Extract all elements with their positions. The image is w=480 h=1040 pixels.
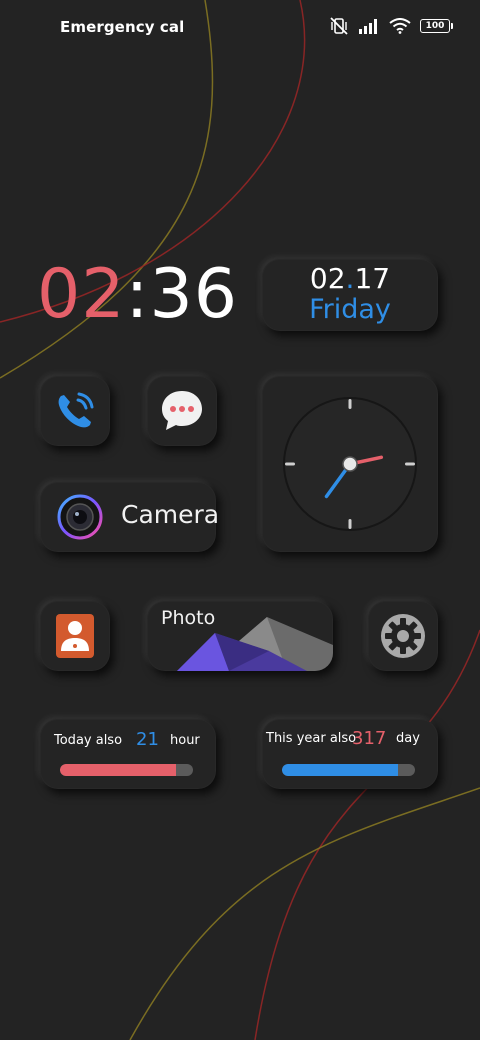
signal-icon [359, 19, 377, 34]
battery-icon: 100 [420, 19, 453, 33]
clock-tick-3 [405, 462, 415, 466]
clock-tick-6 [348, 519, 352, 529]
phone-app-button[interactable] [40, 376, 110, 446]
year-value: 317 [352, 728, 387, 749]
date-day: 17 [354, 262, 391, 295]
wifi-icon [389, 18, 411, 34]
status-carrier-text: Emergency calls o [60, 18, 184, 36]
year-prefix: This year also [266, 731, 357, 746]
message-bubble-icon [162, 391, 202, 430]
analog-clock-widget[interactable] [262, 376, 438, 552]
camera-app-button[interactable]: Camera [40, 482, 220, 552]
today-progress-fill [60, 764, 177, 776]
camera-lens-icon [57, 494, 103, 540]
messages-app-button[interactable] [147, 376, 217, 446]
date-number: 02.17 [262, 263, 438, 295]
date-widget[interactable]: 02.17 Friday [262, 259, 438, 331]
status-icons: 100 [329, 17, 453, 35]
camera-label: Camera [121, 500, 220, 529]
vibrate-off-icon [330, 17, 348, 35]
date-month: 02 [309, 262, 346, 295]
today-unit: hour [170, 733, 200, 748]
clock-minutes: 36 [149, 255, 238, 334]
clock-tick-9 [285, 462, 295, 466]
today-value: 21 [136, 729, 159, 750]
gear-icon [381, 614, 425, 658]
settings-app-button[interactable] [368, 601, 438, 671]
today-prefix: Today also [54, 733, 123, 748]
photo-app-button[interactable]: Photo [147, 601, 333, 671]
mountain-icon [177, 617, 333, 671]
date-weekday: Friday [309, 294, 391, 325]
analog-clock [283, 397, 417, 531]
today-progress-widget[interactable]: Today also 21 hour [40, 719, 216, 789]
phone-icon [58, 392, 94, 428]
year-progress-bar [282, 764, 415, 776]
contacts-app-button[interactable] [40, 601, 110, 671]
contact-icon [56, 614, 94, 658]
today-progress-bar [60, 764, 193, 776]
clock-time: 02:36 [37, 258, 238, 332]
year-progress-fill [282, 764, 398, 776]
year-progress-widget[interactable]: This year also 317 day [262, 719, 438, 789]
clock-tick-12 [348, 399, 352, 409]
clock-separator: : [125, 255, 150, 334]
year-unit: day [396, 731, 420, 746]
clock-hours: 02 [37, 255, 126, 334]
